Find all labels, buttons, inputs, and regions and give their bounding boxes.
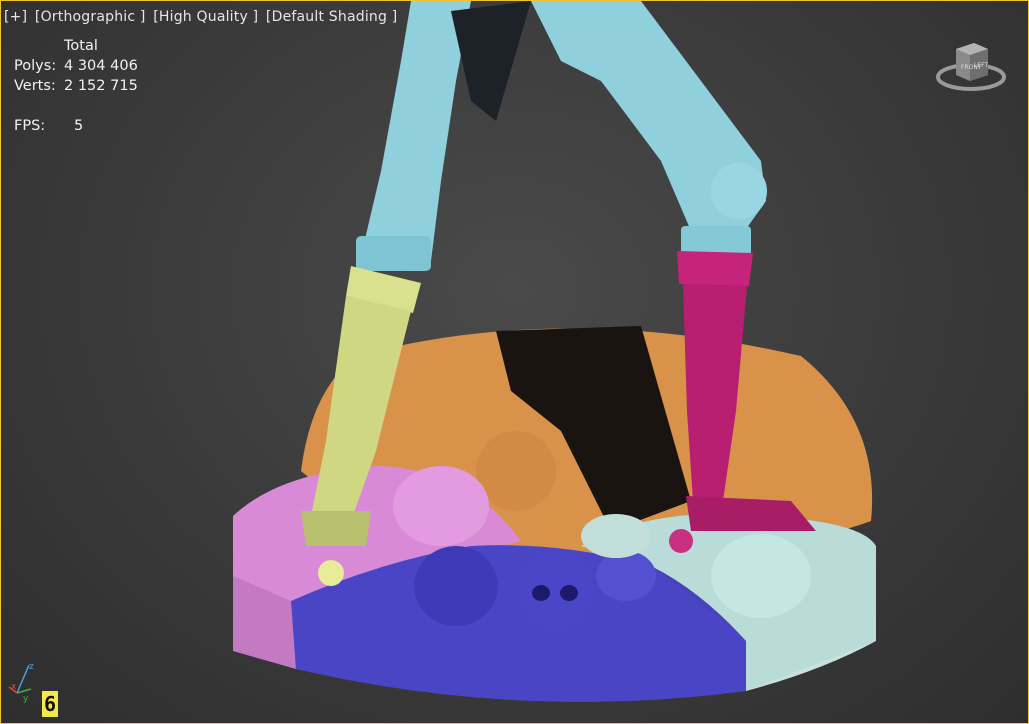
right-leg-knee-joint — [711, 163, 767, 219]
viewport-label-bar: [+] [Orthographic ] [High Quality ] [Def… — [4, 9, 400, 25]
axis-tripod-icon: z x y — [8, 662, 34, 703]
left-leg-foot — [301, 511, 371, 546]
stats-fps-row: FPS: 5 — [14, 116, 138, 136]
axis-z-label: z — [29, 662, 34, 672]
left-leg-ball — [318, 560, 344, 586]
corner-badge: 6 — [42, 691, 58, 717]
mint-skull — [711, 534, 811, 618]
3d-viewport[interactable]: [+] [Orthographic ] [High Quality ] [Def… — [0, 0, 1029, 724]
blue-skull-front — [521, 553, 591, 629]
blue-skull-left — [414, 546, 498, 626]
blue-skull-eye-r — [560, 585, 578, 601]
fps-label: FPS: — [14, 118, 46, 134]
stats-header: Total — [64, 38, 98, 54]
projection-label[interactable]: [Orthographic ] — [35, 9, 146, 25]
axis-x-label: x — [11, 682, 17, 692]
viewport-menu-label[interactable]: [+] — [4, 9, 27, 25]
blue-dome-back — [596, 551, 656, 601]
polys-value: 4 304 406 — [64, 58, 138, 74]
viewcube-left-label: LEFT — [974, 62, 988, 69]
scene-render — [233, 1, 876, 702]
left-leg-knee — [356, 236, 431, 271]
viewcube-icon[interactable]: FRONT LEFT — [936, 37, 1006, 93]
axis-y-label: y — [23, 694, 29, 703]
left-leg-thigh-dark — [451, 1, 531, 121]
verts-value: 2 152 715 — [64, 78, 138, 94]
quality-label[interactable]: [High Quality ] — [153, 9, 258, 25]
fps-value: 5 — [74, 118, 84, 134]
stats-verts-row: Verts: 2 152 715 — [14, 76, 138, 96]
polys-label: Polys: — [14, 58, 57, 74]
mint-dome-back — [581, 514, 651, 558]
right-leg-magenta-collar — [677, 251, 753, 286]
statistics-overlay: Total Polys: 4 304 406 Verts: 2 152 715 … — [14, 36, 138, 136]
left-leg-upper — [361, 1, 471, 261]
stats-polys-row: Polys: 4 304 406 — [14, 56, 138, 76]
shading-label[interactable]: [Default Shading ] — [266, 9, 397, 25]
right-leg-ball — [669, 529, 693, 553]
blue-skull-eye-l — [532, 585, 550, 601]
pink-skull — [393, 466, 489, 546]
verts-label: Verts: — [14, 78, 56, 94]
